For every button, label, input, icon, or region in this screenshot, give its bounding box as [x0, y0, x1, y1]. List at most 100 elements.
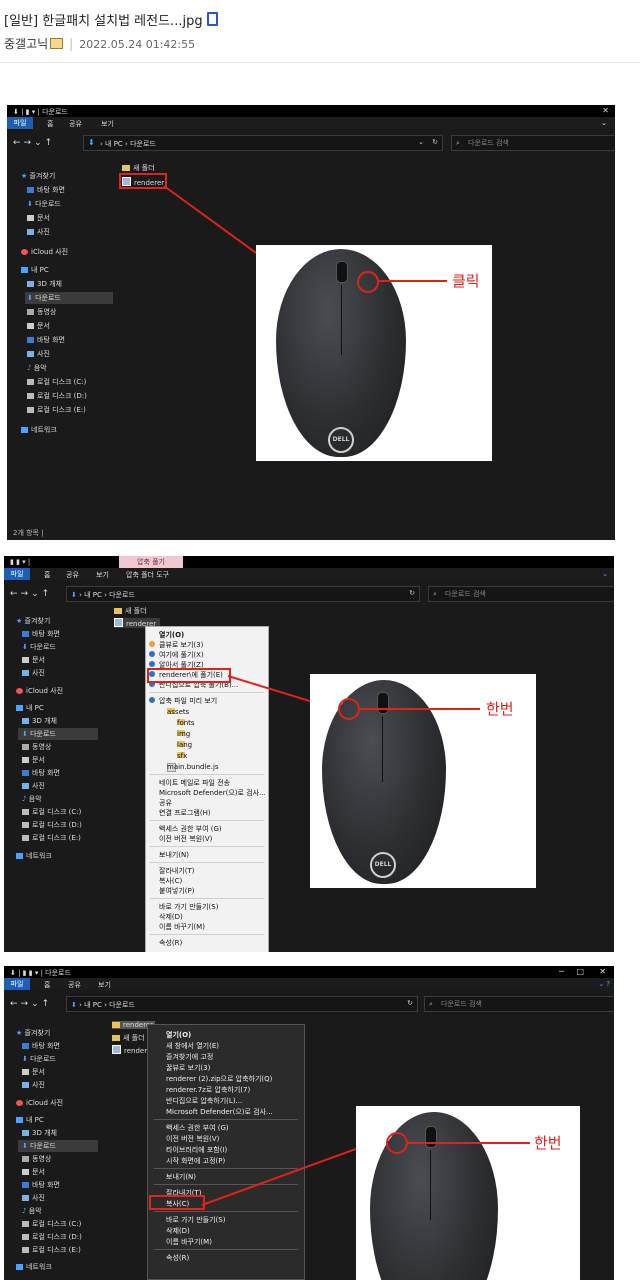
menu-send-to[interactable]: 보내기(N) ›	[146, 849, 268, 860]
chevron-down-icon[interactable]: ⌄	[418, 138, 424, 146]
nav-downloads[interactable]: ⬇ 다운로드	[27, 199, 61, 209]
menu-defender[interactable]: Microsoft Defender(으)로 검사...	[148, 1106, 304, 1117]
post-title: [일반] 한글패치 설치법 레전드...jpg	[4, 10, 218, 29]
close-icon[interactable]: ✕	[599, 967, 606, 976]
explorer-screenshot-2: ▮ ▮ ▾ | 압축 풀기 파일 홈 공유 보기 압축 폴더 도구 ⌄ ←→⌄↑…	[4, 556, 614, 952]
nav-downloads-pc[interactable]: ⬇ 다운로드	[27, 293, 61, 303]
author-name[interactable]: 중갤고닉	[4, 37, 48, 51]
address-row: ←→⌄↑ ⬇ › 내 PC › 다운로드 ↻ ⌕ 다운로드 검색	[4, 584, 614, 604]
address-bar[interactable]: ⬇ › 내 PC › 다운로드 ↻	[66, 586, 420, 602]
refresh-icon[interactable]: ↻	[432, 138, 438, 146]
highlight-box	[119, 173, 167, 189]
tab-view[interactable]: 보기	[96, 570, 109, 580]
nav-network[interactable]: 네트워크	[21, 425, 57, 435]
annotation-line	[377, 280, 447, 282]
menu-pin-start[interactable]: 시작 화면에 고정(P)	[148, 1155, 304, 1166]
refresh-icon[interactable]: ↻	[407, 999, 413, 1007]
search-input[interactable]: ⌕ 다운로드 검색	[428, 586, 614, 602]
explorer-screenshot-1: ⬇ | ▮ ▾ | 다운로드 ✕ 파일 홈 공유 보기 ⌄ ←→⌄↑ ⬇ › 내…	[7, 105, 615, 540]
nav-drive-d[interactable]: 로컬 디스크 (D:)	[27, 391, 87, 401]
file-new-folder[interactable]: 새 폴더	[112, 1033, 145, 1043]
search-icon: ⌕	[456, 139, 460, 147]
menu-paste[interactable]: 붙여넣기(P)	[146, 885, 268, 896]
help-icon[interactable]: ⌄ ?	[598, 980, 610, 988]
address-row: ←→⌄↑ ⬇ › 내 PC › 다운로드 ⌄ ↻ ⌕ 다운로드 검색	[7, 133, 615, 153]
nav-drive-e[interactable]: 로컬 디스크 (E:)	[27, 405, 86, 415]
preview-main-bundle[interactable]: main.bundle.js	[146, 761, 268, 772]
menu-shortcut[interactable]: 바로 가기 만들기(S)	[148, 1214, 304, 1225]
ribbon-expand-icon[interactable]: ⌄	[602, 570, 608, 578]
menu-delete[interactable]: 삭제(D)	[148, 1225, 304, 1236]
preview-assets[interactable]: assets	[146, 706, 268, 717]
ribbon-expand-icon[interactable]: ⌄	[601, 119, 607, 127]
menu-rename[interactable]: 이름 바꾸기(M)	[146, 921, 268, 932]
file-new-folder[interactable]: 새 폴더	[122, 163, 155, 173]
tab-file[interactable]: 파일	[4, 568, 30, 580]
mouse-wheel	[336, 261, 348, 283]
mouse-image: 한번	[356, 1106, 580, 1280]
preview-img[interactable]: img	[146, 728, 268, 739]
nav-documents-pc[interactable]: 문서	[27, 321, 50, 331]
dell-logo: DELL	[370, 852, 396, 878]
nav-documents[interactable]: 문서	[27, 213, 50, 223]
extract-tab[interactable]: 압축 풀기	[119, 556, 183, 568]
click-circle	[338, 698, 360, 720]
close-icon[interactable]: ✕	[602, 106, 609, 115]
minimize-icon[interactable]: ─	[559, 967, 564, 976]
explorer-screenshot-3: ⬇ | ▮ ▮ ▾ | 다운로드 ─ □ ✕ 파일 홈 공유 보기 ⌄ ? ←→…	[4, 966, 614, 1280]
nav-pictures-pc[interactable]: 사진	[27, 349, 50, 359]
menu-pin-quick-access[interactable]: 즐겨찾기에 고정	[148, 1051, 304, 1062]
menu-restore[interactable]: 이전 버전 복원(V)	[146, 833, 268, 844]
preview-lang[interactable]: lang	[146, 739, 268, 750]
address-bar[interactable]: ⬇ › 내 PC › 다운로드 ↻	[66, 996, 418, 1012]
search-input[interactable]: ⌕ 다운로드 검색	[424, 996, 614, 1012]
address-bar[interactable]: ⬇ › 내 PC › 다운로드 ⌄ ↻	[83, 135, 443, 151]
file-new-folder[interactable]: 새 폴더	[114, 606, 147, 616]
tab-home[interactable]: 홈	[47, 119, 53, 129]
pointer-line	[163, 185, 259, 255]
window-title: ⬇ | ▮ ▾ | 다운로드	[13, 108, 68, 116]
nav-3d[interactable]: 3D 개체	[27, 279, 62, 289]
nav-music[interactable]: ♪ 음악	[27, 363, 47, 373]
nav-videos[interactable]: 동영상	[27, 307, 56, 317]
menu-grant-access[interactable]: 액세스 권한 부여 (G) ›	[148, 1122, 304, 1133]
nav-icloud[interactable]: iCloud 사진	[21, 247, 68, 257]
menu-properties[interactable]: 속성(R)	[148, 1252, 304, 1263]
refresh-icon[interactable]: ↻	[409, 589, 415, 597]
nav-desktop[interactable]: 바탕 화면	[27, 185, 65, 195]
menu-include-library[interactable]: 라이브러리에 포함(I) ›	[148, 1144, 304, 1155]
post-date: 2022.05.24 01:42:55	[79, 38, 196, 51]
menu-rename[interactable]: 이름 바꾸기(M)	[148, 1236, 304, 1247]
preview-sfx[interactable]: sfx	[146, 750, 268, 761]
menu-open-new-window[interactable]: 새 창에서 열기(E)	[148, 1040, 304, 1051]
menu-honeyview[interactable]: 꿀뷰로 보기(3)	[148, 1062, 304, 1073]
navigation-pane: ★ 즐겨찾기 바탕 화면 ⬇ 다운로드 문서 사진 iCloud 사진 내 PC…	[7, 157, 117, 540]
nav-drive-c[interactable]: 로컬 디스크 (C:)	[27, 377, 86, 387]
tab-file[interactable]: 파일	[7, 117, 33, 129]
mouse-seam	[382, 716, 383, 782]
tab-share[interactable]: 공유	[69, 119, 82, 129]
menu-open-with[interactable]: 연결 프로그램(H) ›	[146, 807, 268, 818]
menu-compress-7z[interactable]: renderer.7z로 압축하기(7)	[148, 1084, 304, 1095]
nav-this-pc[interactable]: 내 PC	[21, 265, 49, 275]
preview-fonts[interactable]: fonts	[146, 717, 268, 728]
menu-properties[interactable]: 속성(R)	[146, 937, 268, 948]
nav-quick-access[interactable]: ★ 즐겨찾기	[21, 171, 55, 181]
menu-compress-zip[interactable]: renderer (2).zip으로 압축하기(Q)	[148, 1073, 304, 1084]
search-input[interactable]: ⌕ 다운로드 검색	[451, 135, 615, 151]
tab-home[interactable]: 홈	[44, 570, 50, 580]
menu-bandizip-compress[interactable]: 반디집으로 압축하기(L)...	[148, 1095, 304, 1106]
maximize-icon[interactable]: □	[576, 967, 584, 976]
menu-open[interactable]: 열기(O)	[148, 1029, 304, 1040]
tab-share[interactable]: 공유	[66, 570, 79, 580]
tab-extract-tools[interactable]: 압축 폴더 도구	[126, 570, 169, 580]
tab-view[interactable]: 보기	[101, 119, 114, 129]
highlight-box	[149, 1195, 205, 1210]
nav-pictures[interactable]: 사진	[27, 227, 50, 237]
nav-arrows[interactable]: ←→⌄↑	[13, 138, 55, 148]
crumb-pc: 내 PC	[105, 140, 123, 148]
nav-desktop-pc[interactable]: 바탕 화면	[27, 335, 65, 345]
menu-preview[interactable]: 압축 파일 미리 보기	[146, 695, 268, 706]
menu-restore[interactable]: 이전 버전 복원(V)	[148, 1133, 304, 1144]
title-bar: ⬇ | ▮ ▾ | 다운로드 ✕	[7, 105, 615, 117]
